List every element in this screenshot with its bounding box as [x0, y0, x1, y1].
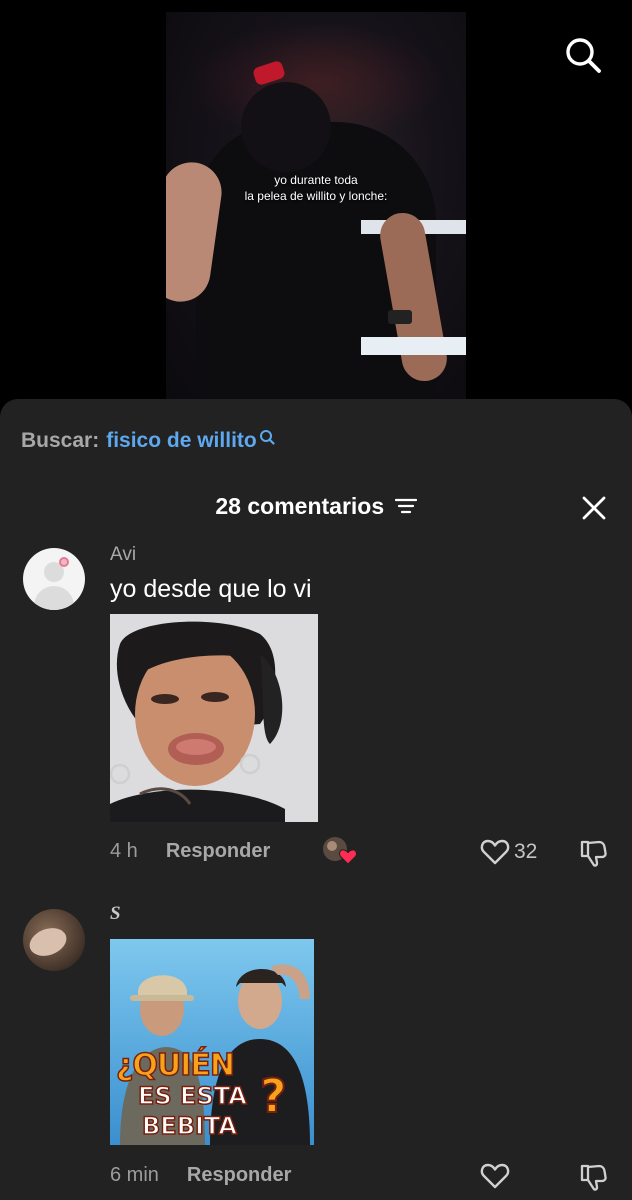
comments-header: 28 comentarios	[0, 493, 632, 527]
comment-meta: 6 min Responder	[110, 1164, 291, 1187]
dislike-icon[interactable]	[578, 838, 608, 868]
video-caption: yo durante toda la pelea de willito y lo…	[244, 173, 388, 203]
comment-image[interactable]: ¿QUIÉN ES ESTA BEBITA ?	[110, 939, 314, 1145]
dislike-icon[interactable]	[578, 1162, 608, 1192]
comment-text: yo desde que lo vi	[110, 575, 312, 603]
comment-count: 28 comentarios	[215, 493, 385, 519]
comment-time: 4 h	[110, 840, 138, 862]
avatar[interactable]	[23, 548, 85, 610]
video-player[interactable]: yo durante toda la pelea de willito y lo…	[0, 0, 632, 420]
search-icon[interactable]	[564, 36, 602, 74]
video-frame	[166, 12, 466, 402]
search-suggestion-query[interactable]: fisico de willito	[106, 429, 257, 453]
comment-time: 6 min	[110, 1164, 159, 1186]
image-text-question: ?	[259, 1068, 288, 1124]
reply-button[interactable]: Responder	[166, 840, 270, 863]
comment-username[interactable]: Avi	[110, 544, 136, 566]
search-suggestion-prefix: Buscar:	[21, 429, 100, 452]
filter-icon[interactable]	[394, 497, 417, 520]
comment-meta: 4 h Responder	[110, 840, 270, 863]
avatar[interactable]	[23, 909, 85, 971]
like-button[interactable]	[480, 1162, 510, 1190]
comments-sheet: Buscar: fisico de willito 28 comentarios	[0, 399, 632, 1200]
heart-icon	[480, 1163, 510, 1189]
heart-icon	[480, 839, 510, 865]
image-text-line: ES ESTA	[137, 1081, 247, 1111]
close-icon[interactable]	[581, 495, 607, 521]
like-button[interactable]: 32	[480, 838, 537, 866]
image-text-line: BEBITA	[141, 1111, 238, 1141]
search-suggestion[interactable]: Buscar: fisico de willito	[21, 429, 275, 453]
comment-username[interactable]: S	[110, 903, 121, 925]
reply-button[interactable]: Responder	[187, 1164, 291, 1187]
like-count: 32	[514, 840, 538, 863]
liked-by-creator-badge	[322, 836, 358, 866]
comment-image[interactable]	[110, 614, 318, 822]
search-icon	[259, 427, 275, 451]
